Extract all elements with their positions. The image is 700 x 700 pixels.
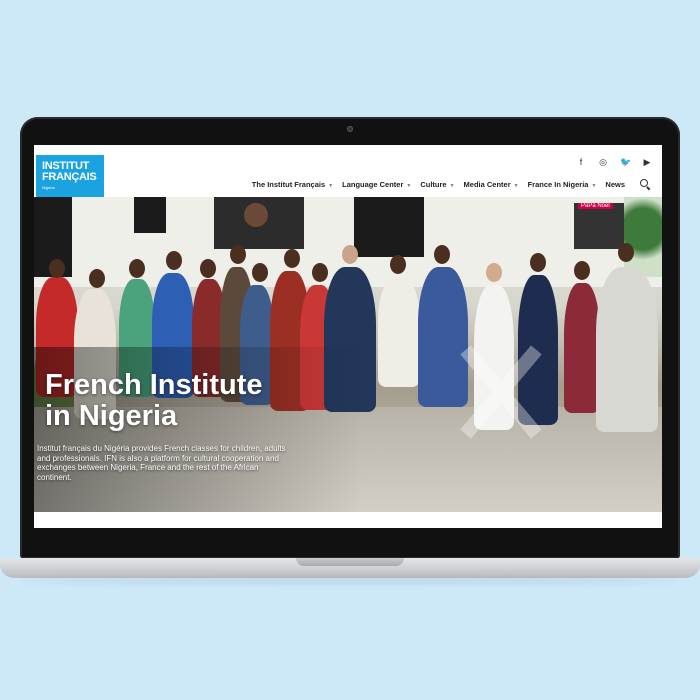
photo-head: [200, 259, 216, 278]
photo-head: [390, 255, 406, 274]
photo-head: [252, 263, 268, 282]
nav-item-label: France In Nigeria: [527, 179, 589, 189]
search-icon[interactable]: [640, 179, 650, 189]
chevron-down-icon: ▼: [513, 182, 519, 189]
nav-item-language-center[interactable]: Language Center ▼: [342, 180, 411, 189]
hero-photo-trees: [624, 197, 662, 277]
camera-icon: [347, 126, 353, 132]
photo-head: [230, 245, 246, 264]
photo-person: [378, 277, 420, 387]
nav-item-institut[interactable]: The Institut Français ▼: [252, 180, 333, 189]
photo-head: [312, 263, 328, 282]
site-logo[interactable]: INSTITUT FRANÇAIS Nigeria: [36, 155, 104, 197]
nav-item-label: News: [605, 179, 625, 189]
hero-photo-banner: [214, 197, 304, 249]
photo-person: [564, 283, 600, 413]
nav-item-label: The Institut Français: [251, 179, 326, 189]
photo-head: [574, 261, 590, 280]
nav-item-label: Culture: [420, 179, 447, 189]
nav-item-media-center[interactable]: Media Center ▼: [464, 180, 519, 189]
site-header: INSTITUT FRANÇAIS Nigeria f ◎ 🐦 ▶ The In…: [34, 145, 662, 197]
nav-item-news[interactable]: News: [605, 180, 625, 189]
photo-head: [342, 245, 358, 264]
hero-photo-window: [134, 197, 166, 233]
hero-photo-doorway: [354, 197, 424, 257]
logo-line-2: FRANÇAIS: [42, 171, 97, 183]
hero-title-line-1: French Institute: [45, 369, 263, 401]
chevron-down-icon: ▼: [328, 182, 334, 189]
chevron-down-icon: ▼: [449, 182, 455, 189]
twitter-icon[interactable]: 🐦: [620, 157, 631, 167]
photo-head: [530, 253, 546, 272]
laptop-shadow: [20, 578, 680, 584]
hero-title-line-2: in Nigeria: [45, 400, 178, 432]
photo-head: [49, 259, 65, 278]
photo-head: [434, 245, 450, 264]
photo-head: [89, 269, 105, 288]
hero-title: French Institute in Nigeria: [45, 370, 325, 432]
nav-item-label: Media Center: [463, 179, 511, 189]
laptop-notch: [296, 558, 404, 566]
facebook-icon[interactable]: f: [576, 157, 586, 167]
photo-head: [284, 249, 300, 268]
photo-head: [486, 263, 502, 282]
photo-person: [596, 267, 658, 432]
youtube-icon[interactable]: ▶: [642, 157, 652, 167]
screen: INSTITUT FRANÇAIS Nigeria f ◎ 🐦 ▶ The In…: [34, 145, 662, 528]
nav-item-label: Language Center: [342, 179, 404, 189]
logo-subtitle: Nigeria: [42, 185, 55, 190]
chevron-down-icon: ▼: [406, 182, 412, 189]
hero-description: Institut français du Nigéria provides Fr…: [37, 444, 286, 482]
hero-section: French Institute in Nigeria Institut fra…: [34, 197, 662, 512]
main-nav: The Institut Français ▼ Language Center ▼ …: [252, 179, 650, 189]
photo-head: [129, 259, 145, 278]
social-links: f ◎ 🐦 ▶: [576, 157, 652, 167]
instagram-icon[interactable]: ◎: [598, 157, 608, 167]
watermark-x-icon: [454, 347, 544, 437]
photo-head: [166, 251, 182, 270]
photo-head: [618, 243, 634, 262]
below-hero-strip: [34, 512, 662, 528]
chevron-down-icon: ▼: [591, 182, 597, 189]
nav-item-france-in-nigeria[interactable]: France In Nigeria ▼: [528, 180, 597, 189]
nav-item-culture[interactable]: Culture ▼: [420, 180, 454, 189]
